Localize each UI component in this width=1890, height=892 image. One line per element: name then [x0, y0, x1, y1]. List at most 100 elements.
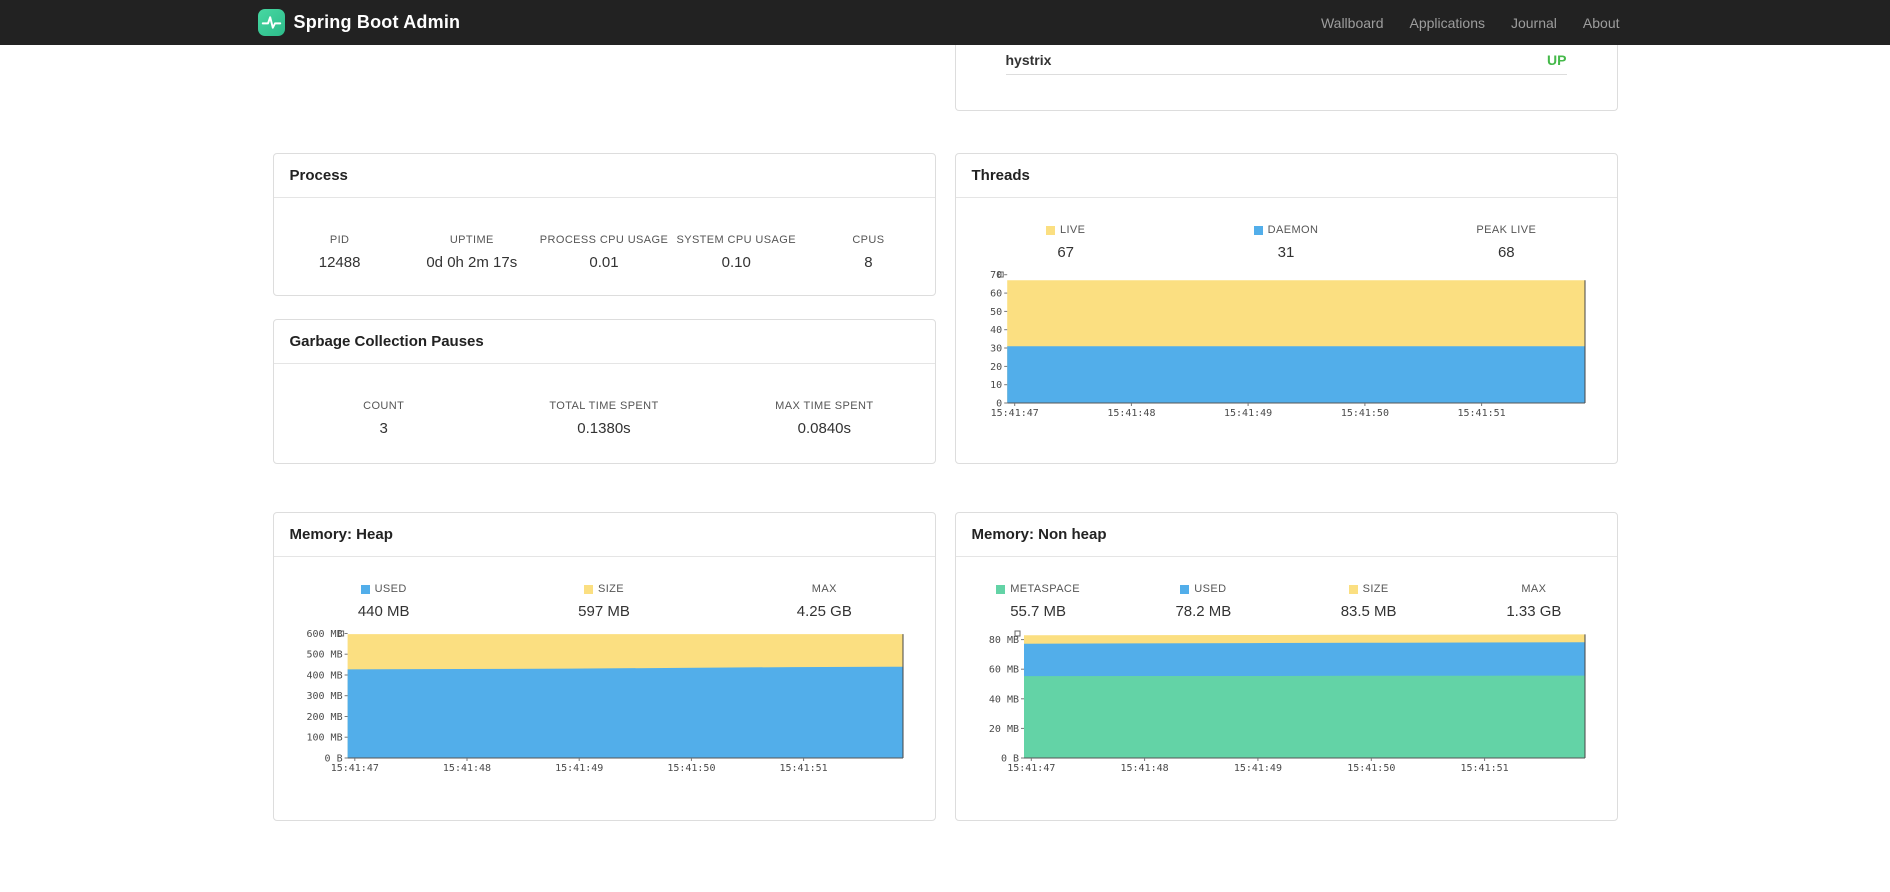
legend-threads-peak-live: PEAK LIVE 68 — [1396, 224, 1616, 261]
legend-nonheap-metaspace: METASPACE 55.7 MB — [956, 583, 1121, 620]
process-card-title: Process — [273, 154, 935, 198]
svg-text:15:41:49: 15:41:49 — [555, 763, 603, 774]
svg-text:15:41:49: 15:41:49 — [1224, 408, 1272, 419]
legend-label: MAX — [1451, 583, 1616, 595]
svg-text:15:41:48: 15:41:48 — [442, 763, 490, 774]
nav-item-about[interactable]: About — [1570, 15, 1633, 31]
svg-text:15:41:47: 15:41:47 — [990, 408, 1038, 419]
svg-text:15:41:48: 15:41:48 — [1107, 408, 1155, 419]
memory-heap-card-title: Memory: Heap — [273, 513, 935, 557]
application-name[interactable]: hystrix — [1006, 52, 1052, 68]
legend-label: DAEMON — [1176, 224, 1396, 236]
legend-text: METASPACE — [1010, 583, 1081, 595]
legend-text: USED — [1194, 583, 1227, 595]
garbage-collection-card-title: Garbage Collection Pauses — [273, 320, 935, 364]
application-list-card: hystrix UP — [954, 45, 1618, 111]
stat-label: COUNT — [363, 400, 405, 412]
size-swatch-icon — [583, 584, 593, 594]
gc-stats-row: COUNT 3 TOTAL TIME SPENT 0.1380s MAX TIM… — [274, 364, 935, 437]
svg-text:100 MB: 100 MB — [306, 733, 342, 744]
legend-nonheap-size: SIZE 83.5 MB — [1286, 583, 1451, 620]
threads-card: Threads LIVE 67 DAEMON 31 PEAK LIVE 68 7… — [954, 153, 1618, 464]
memory-heap-chart: 600 MB 500 MB 400 MB 300 MB 200 MB 100 MB 0 B1… — [302, 628, 907, 774]
svg-text:500 MB: 500 MB — [306, 650, 342, 661]
svg-text:20 MB: 20 MB — [988, 724, 1018, 735]
legend-label: SIZE — [1286, 583, 1451, 595]
left-column-spacer — [273, 45, 936, 153]
threads-card-title: Threads — [955, 154, 1617, 198]
svg-text:15:41:51: 15:41:51 — [1457, 408, 1505, 419]
svg-text:60 MB: 60 MB — [988, 665, 1018, 676]
legend-text: MAX — [811, 583, 837, 595]
svg-text:30: 30 — [990, 344, 1002, 355]
legend-value: 1.33 GB — [1506, 603, 1562, 620]
metaspace-swatch-icon — [996, 584, 1006, 594]
legend-nonheap-max: MAX 1.33 GB — [1451, 583, 1616, 620]
stat-label: MAX TIME SPENT — [775, 400, 874, 412]
legend-threads-live: LIVE 67 — [956, 224, 1176, 261]
svg-text:50: 50 — [990, 307, 1002, 318]
legend-value: 67 — [1057, 244, 1074, 261]
svg-text:10: 10 — [990, 380, 1002, 391]
stat-gc-total-time: TOTAL TIME SPENT 0.1380s — [494, 400, 714, 437]
legend-value: 31 — [1277, 244, 1295, 261]
legend-label: USED — [274, 583, 494, 595]
stat-value: 0.0840s — [797, 420, 852, 437]
process-card: Process PID 12488 UPTIME 0d 0h 2m 17s PR… — [272, 153, 936, 296]
memory-nonheap-card-title: Memory: Non heap — [955, 513, 1617, 557]
svg-text:80 MB: 80 MB — [988, 635, 1018, 646]
stat-gc-count: COUNT 3 — [274, 400, 494, 437]
svg-text:15:41:47: 15:41:47 — [330, 763, 378, 774]
stat-value: 0d 0h 2m 17s — [426, 254, 518, 271]
svg-text:15:41:48: 15:41:48 — [1120, 763, 1168, 774]
stat-label: CPUS — [852, 234, 885, 246]
application-status-badge: UP — [1547, 51, 1567, 68]
svg-text:600 MB: 600 MB — [306, 629, 342, 640]
memory-nonheap-card: Memory: Non heap METASPACE 55.7 MB USED … — [954, 512, 1618, 821]
nav-item-applications[interactable]: Applications — [1396, 15, 1498, 31]
garbage-collection-card: Garbage Collection Pauses COUNT 3 TOTAL … — [272, 319, 936, 464]
svg-text:15:41:50: 15:41:50 — [1340, 408, 1388, 419]
legend-value: 78.2 MB — [1175, 603, 1232, 620]
stat-label: SYSTEM CPU USAGE — [676, 234, 796, 246]
stat-label: PID — [329, 234, 350, 246]
live-swatch-icon — [1045, 225, 1055, 235]
stat-gc-max-time: MAX TIME SPENT 0.0840s — [714, 400, 934, 437]
svg-text:40 MB: 40 MB — [988, 694, 1018, 705]
stat-system-cpu-usage: SYSTEM CPU USAGE 0.10 — [670, 234, 802, 271]
legend-label: PEAK LIVE — [1396, 224, 1616, 236]
heap-legend-row: USED 440 MB SIZE 597 MB MAX 4.25 GB — [274, 557, 935, 620]
svg-text:15:41:49: 15:41:49 — [1233, 763, 1281, 774]
stat-cpus: CPUS 8 — [802, 234, 934, 271]
nav-item-journal[interactable]: Journal — [1498, 15, 1570, 31]
stat-process-cpu-usage: PROCESS CPU USAGE 0.01 — [538, 234, 670, 271]
legend-text: MAX — [1521, 583, 1547, 595]
stat-value: 3 — [379, 420, 388, 437]
svg-text:200 MB: 200 MB — [306, 712, 342, 723]
left-column: Process PID 12488 UPTIME 0d 0h 2m 17s PR… — [272, 45, 936, 821]
spring-boot-admin-logo-icon — [257, 9, 285, 36]
legend-label: USED — [1121, 583, 1286, 595]
legend-value: 68 — [1497, 244, 1515, 261]
legend-label: MAX — [714, 583, 934, 595]
main-content: Process PID 12488 UPTIME 0d 0h 2m 17s PR… — [272, 45, 1618, 821]
application-row-hystrix[interactable]: hystrix UP — [1005, 45, 1567, 75]
svg-text:60: 60 — [990, 289, 1002, 300]
brand-link[interactable]: Spring Boot Admin — [257, 9, 461, 36]
legend-heap-size: SIZE 597 MB — [494, 583, 714, 620]
legend-label: METASPACE — [956, 583, 1121, 595]
svg-text:15:41:51: 15:41:51 — [779, 763, 827, 774]
nav-item-wallboard[interactable]: Wallboard — [1308, 15, 1397, 31]
legend-text: DAEMON — [1267, 224, 1319, 236]
legend-text: USED — [374, 583, 407, 595]
brand-title: Spring Boot Admin — [293, 12, 461, 32]
stat-value: 8 — [864, 254, 873, 271]
top-navbar: Spring Boot Admin Wallboard Applications… — [0, 0, 1890, 45]
size-swatch-icon — [1348, 584, 1358, 594]
daemon-swatch-icon — [1253, 225, 1263, 235]
svg-text:15:41:47: 15:41:47 — [1007, 763, 1055, 774]
stat-label: PROCESS CPU USAGE — [539, 234, 669, 246]
legend-label: SIZE — [494, 583, 714, 595]
legend-heap-used: USED 440 MB — [274, 583, 494, 620]
stat-value: 0.01 — [589, 254, 619, 271]
